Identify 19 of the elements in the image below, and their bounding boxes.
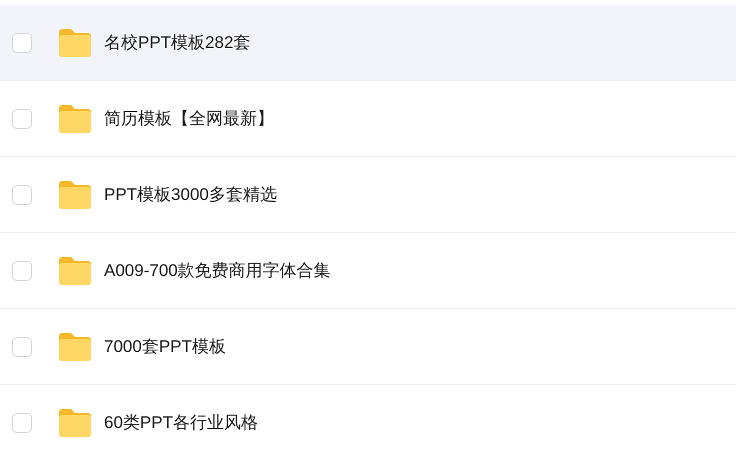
folder-name[interactable]: 7000套PPT模板 (104, 334, 226, 360)
folder-name[interactable]: 名校PPT模板282套 (104, 30, 250, 56)
folder-name[interactable]: 60类PPT各行业风格 (104, 410, 258, 436)
folder-icon (57, 254, 93, 286)
checkbox[interactable] (12, 412, 32, 432)
checkbox[interactable] (12, 184, 32, 204)
folder-icon (57, 178, 93, 210)
folder-icon (57, 102, 93, 134)
folder-name[interactable]: PPT模板3000多套精选 (104, 182, 277, 208)
folder-icon (57, 26, 93, 58)
folder-name[interactable]: 简历模板【全网最新】 (104, 106, 274, 132)
checkbox[interactable] (12, 336, 32, 356)
folder-name[interactable]: A009-700款免费商用字体合集 (104, 258, 331, 284)
checkbox[interactable] (12, 108, 32, 128)
folder-icon (57, 406, 93, 438)
checkbox[interactable] (12, 260, 32, 280)
checkbox[interactable] (12, 32, 32, 52)
folder-row[interactable]: 名校PPT模板282套 (0, 5, 736, 81)
folder-icon (57, 330, 93, 362)
